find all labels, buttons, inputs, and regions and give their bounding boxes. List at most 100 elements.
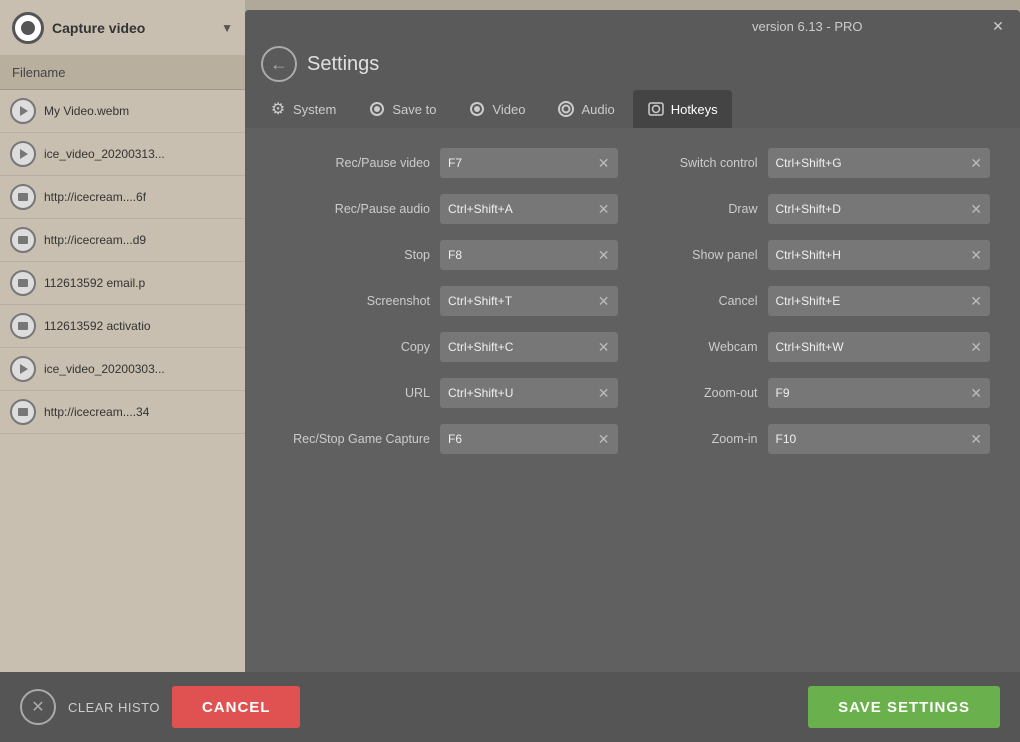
- photo-icon: [10, 270, 36, 296]
- hotkey-field-zoom-in[interactable]: F10 ✕: [768, 424, 991, 454]
- version-label: version 6.13 - PRO: [625, 19, 991, 34]
- dialog-header: ← Settings: [245, 38, 1020, 90]
- tabs-bar: ⚙ System Save to Video Audio Hotkeys: [245, 90, 1020, 128]
- hotkey-field-cancel[interactable]: Ctrl+Shift+E ✕: [768, 286, 991, 316]
- list-item[interactable]: ice_video_20200313...: [0, 133, 245, 176]
- file-name: http://icecream....6f: [44, 190, 146, 204]
- hotkey-field-url[interactable]: Ctrl+Shift+U ✕: [440, 378, 618, 408]
- save-settings-button[interactable]: SAVE SETTINGS: [808, 686, 1000, 728]
- bottom-bar: ✕ CLEAR HISTO CANCEL SAVE SETTINGS: [0, 672, 1020, 742]
- file-name: 112613592 activatio: [44, 319, 151, 333]
- hotkey-row-webcam: Webcam Ctrl+Shift+W ✕: [648, 332, 991, 362]
- file-name: http://icecream....34: [44, 405, 149, 419]
- list-item[interactable]: ice_video_20200303...: [0, 348, 245, 391]
- back-button[interactable]: ←: [261, 46, 297, 82]
- hotkey-clear-copy[interactable]: ✕: [598, 339, 610, 356]
- hotkey-value-recpause-video: F7: [448, 156, 462, 170]
- hotkey-value-recpause-audio: Ctrl+Shift+A: [448, 202, 513, 216]
- hotkey-value-screenshot: Ctrl+Shift+T: [448, 294, 512, 308]
- clear-history-label: CLEAR HISTO: [68, 700, 160, 715]
- list-item[interactable]: My Video.webm: [0, 90, 245, 133]
- capture-header[interactable]: Capture video ▼: [0, 0, 245, 55]
- hotkeys-panel: Rec/Pause video F7 ✕ Rec/Pause audio Ctr…: [245, 128, 1020, 730]
- hotkey-clear-url[interactable]: ✕: [598, 385, 610, 402]
- list-item[interactable]: 112613592 email.p: [0, 262, 245, 305]
- saveto-icon: [368, 100, 386, 118]
- tab-saveto[interactable]: Save to: [354, 90, 450, 128]
- hotkey-label-game-capture: Rec/Stop Game Capture: [275, 432, 430, 446]
- hotkey-value-draw: Ctrl+Shift+D: [776, 202, 841, 216]
- hotkey-clear-switch-control[interactable]: ✕: [970, 155, 982, 172]
- hotkey-row-copy: Copy Ctrl+Shift+C ✕: [275, 332, 618, 362]
- hotkey-clear-game-capture[interactable]: ✕: [598, 431, 610, 448]
- hotkey-value-zoom-out: F9: [776, 386, 790, 400]
- hotkey-clear-stop[interactable]: ✕: [598, 247, 610, 264]
- hotkey-field-draw[interactable]: Ctrl+Shift+D ✕: [768, 194, 991, 224]
- hotkey-clear-cancel[interactable]: ✕: [970, 293, 982, 310]
- hotkey-clear-recpause-video[interactable]: ✕: [598, 155, 610, 172]
- play-icon: [10, 141, 36, 167]
- hotkey-field-switch-control[interactable]: Ctrl+Shift+G ✕: [768, 148, 991, 178]
- hotkey-row-cancel: Cancel Ctrl+Shift+E ✕: [648, 286, 991, 316]
- hotkey-field-show-panel[interactable]: Ctrl+Shift+H ✕: [768, 240, 991, 270]
- hotkey-value-webcam: Ctrl+Shift+W: [776, 340, 844, 354]
- clear-history-icon-button[interactable]: ✕: [20, 689, 56, 725]
- hotkey-clear-zoom-in[interactable]: ✕: [970, 431, 982, 448]
- settings-dialog: version 6.13 - PRO ✕ ← Settings ⚙ System…: [245, 10, 1020, 730]
- cancel-button[interactable]: CANCEL: [172, 686, 301, 728]
- dropdown-arrow-icon: ▼: [221, 21, 233, 35]
- hotkeys-icon: [647, 100, 665, 118]
- tab-system[interactable]: ⚙ System: [255, 90, 350, 128]
- hotkey-field-copy[interactable]: Ctrl+Shift+C ✕: [440, 332, 618, 362]
- hotkey-row-show-panel: Show panel Ctrl+Shift+H ✕: [648, 240, 991, 270]
- system-icon: ⚙: [269, 100, 287, 118]
- hotkey-clear-zoom-out[interactable]: ✕: [970, 385, 982, 402]
- hotkey-clear-recpause-audio[interactable]: ✕: [598, 201, 610, 218]
- hotkey-field-webcam[interactable]: Ctrl+Shift+W ✕: [768, 332, 991, 362]
- hotkey-row-zoom-in: Zoom-in F10 ✕: [648, 424, 991, 454]
- hotkey-field-screenshot[interactable]: Ctrl+Shift+T ✕: [440, 286, 618, 316]
- hotkey-label-show-panel: Show panel: [648, 248, 758, 262]
- file-name: 112613592 email.p: [44, 276, 145, 290]
- hotkey-field-recpause-video[interactable]: F7 ✕: [440, 148, 618, 178]
- close-button[interactable]: ✕: [990, 18, 1006, 34]
- hotkey-clear-show-panel[interactable]: ✕: [970, 247, 982, 264]
- hotkey-row-recpause-audio: Rec/Pause audio Ctrl+Shift+A ✕: [275, 194, 618, 224]
- list-item[interactable]: http://icecream...d9: [0, 219, 245, 262]
- hotkey-field-zoom-out[interactable]: F9 ✕: [768, 378, 991, 408]
- file-name: ice_video_20200313...: [44, 147, 165, 161]
- photo-icon: [10, 313, 36, 339]
- hotkey-row-game-capture: Rec/Stop Game Capture F6 ✕: [275, 424, 618, 454]
- tab-video[interactable]: Video: [454, 90, 539, 128]
- play-icon: [10, 98, 36, 124]
- list-item[interactable]: http://icecream....34: [0, 391, 245, 434]
- hotkey-field-stop[interactable]: F8 ✕: [440, 240, 618, 270]
- file-name: http://icecream...d9: [44, 233, 146, 247]
- hotkey-field-game-capture[interactable]: F6 ✕: [440, 424, 618, 454]
- hotkey-clear-webcam[interactable]: ✕: [970, 339, 982, 356]
- hotkey-row-draw: Draw Ctrl+Shift+D ✕: [648, 194, 991, 224]
- hotkey-value-game-capture: F6: [448, 432, 462, 446]
- hotkey-row-switch-control: Switch control Ctrl+Shift+G ✕: [648, 148, 991, 178]
- hotkey-field-recpause-audio[interactable]: Ctrl+Shift+A ✕: [440, 194, 618, 224]
- tab-audio[interactable]: Audio: [543, 90, 628, 128]
- video-icon: [468, 100, 486, 118]
- record-icon: [12, 12, 44, 44]
- hotkey-row-recpause-video: Rec/Pause video F7 ✕: [275, 148, 618, 178]
- tab-hotkeys[interactable]: Hotkeys: [633, 90, 732, 128]
- hotkey-label-screenshot: Screenshot: [275, 294, 430, 308]
- hotkey-clear-screenshot[interactable]: ✕: [598, 293, 610, 310]
- hotkey-value-zoom-in: F10: [776, 432, 797, 446]
- hotkey-label-recpause-video: Rec/Pause video: [275, 156, 430, 170]
- hotkey-value-show-panel: Ctrl+Shift+H: [776, 248, 841, 262]
- list-item[interactable]: 112613592 activatio: [0, 305, 245, 348]
- tab-system-label: System: [293, 102, 336, 117]
- audio-icon: [557, 100, 575, 118]
- list-item[interactable]: http://icecream....6f: [0, 176, 245, 219]
- hotkey-label-zoom-out: Zoom-out: [648, 386, 758, 400]
- play-icon: [10, 356, 36, 382]
- hotkey-value-cancel: Ctrl+Shift+E: [776, 294, 841, 308]
- right-hotkeys-column: Switch control Ctrl+Shift+G ✕ Draw Ctrl+…: [648, 148, 991, 454]
- hotkey-clear-draw[interactable]: ✕: [970, 201, 982, 218]
- hotkey-label-draw: Draw: [648, 202, 758, 216]
